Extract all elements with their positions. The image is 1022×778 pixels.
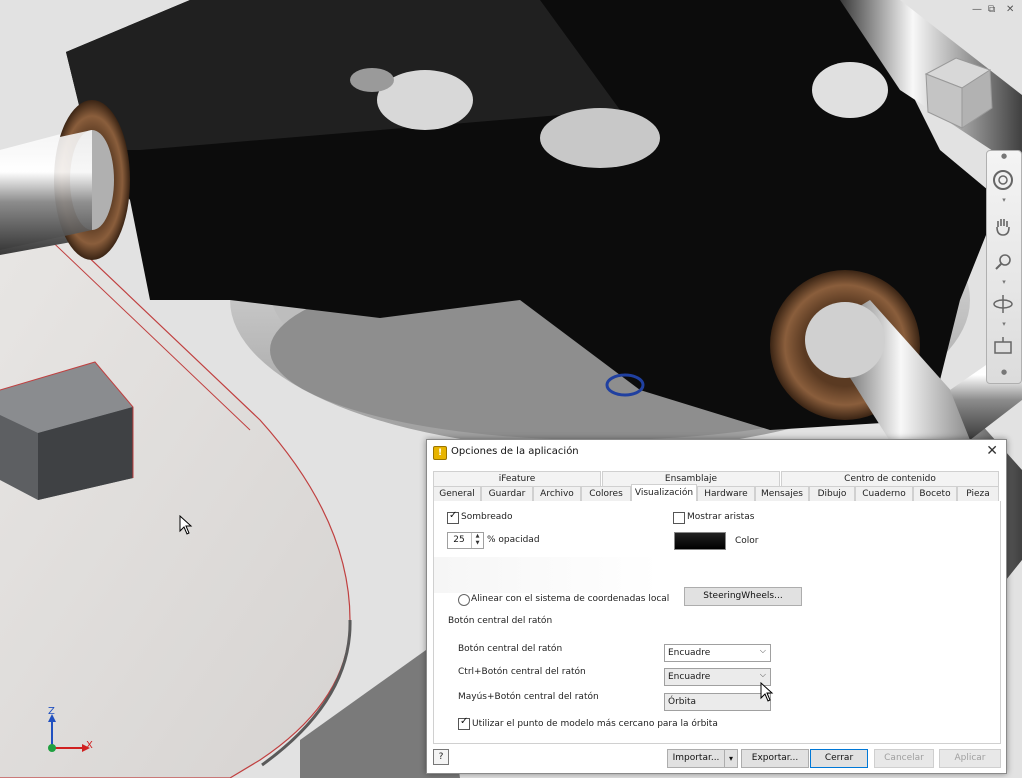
tab-row-top: iFeature Ensamblaje Centro de contenido bbox=[433, 471, 999, 486]
chevron-down-icon: ⌵ bbox=[759, 670, 766, 679]
tab-boceto[interactable]: Boceto bbox=[913, 486, 957, 502]
viewcube[interactable] bbox=[918, 50, 998, 130]
nearest-point-checkbox[interactable]: ✓ bbox=[458, 716, 470, 730]
align-local-label: Alinear con el sistema de coordenadas lo… bbox=[471, 594, 670, 604]
color-label: Color bbox=[735, 536, 759, 546]
opacity-spinner[interactable]: 25 ▲ ▼ bbox=[447, 532, 484, 549]
importar-button[interactable]: Importar... bbox=[667, 749, 725, 768]
shift-middle-button-select[interactable]: Órbita bbox=[664, 693, 771, 711]
tab-ifeature[interactable]: iFeature bbox=[433, 471, 601, 486]
mouse-cursor-icon bbox=[179, 515, 193, 535]
sombreado-checkbox[interactable]: ✓ bbox=[447, 510, 459, 524]
steeringwheel-menu-icon[interactable]: ▾ bbox=[999, 197, 1009, 204]
shift-middle-button-value: Órbita bbox=[668, 697, 697, 707]
sombreado-label: Sombreado bbox=[461, 512, 513, 522]
tab-dibujo[interactable]: Dibujo bbox=[809, 486, 855, 502]
dialog-cursor-icon bbox=[760, 682, 774, 702]
restore-icon[interactable]: ⧉ bbox=[988, 4, 995, 15]
check-icon: ✓ bbox=[449, 510, 458, 521]
tab-mensajes[interactable]: Mensajes bbox=[755, 486, 809, 502]
steeringwheels-button[interactable]: SteeringWheels... bbox=[684, 587, 802, 606]
dialog-title: Opciones de la aplicación bbox=[451, 446, 579, 457]
row-shift-middle-label: Mayús+Botón central del ratón bbox=[458, 692, 599, 702]
steeringwheel-icon[interactable] bbox=[992, 169, 1016, 193]
dialog-titlebar[interactable]: ! Opciones de la aplicación ✕ bbox=[427, 440, 1006, 464]
zoom-icon[interactable] bbox=[992, 251, 1016, 275]
tab-guardar[interactable]: Guardar bbox=[481, 486, 533, 502]
nearest-point-label: Utilizar el punto de modelo más cercano … bbox=[472, 719, 718, 729]
align-local-radio[interactable] bbox=[458, 594, 470, 606]
axis-triad: Z X bbox=[38, 706, 108, 760]
look-at-icon[interactable] bbox=[992, 335, 1016, 359]
opacity-value: 25 bbox=[453, 535, 465, 545]
pan-icon[interactable] bbox=[992, 215, 1016, 239]
cancelar-button[interactable]: Cancelar bbox=[874, 749, 934, 768]
minimize-icon[interactable]: — bbox=[972, 4, 982, 15]
tab-centro-de-contenido[interactable]: Centro de contenido bbox=[781, 471, 999, 486]
check-icon: ✓ bbox=[460, 716, 469, 727]
visualizacion-panel: ✓ Sombreado Mostrar aristas 25 ▲ ▼ % opac… bbox=[433, 501, 1001, 744]
ctrl-middle-button-value: Encuadre bbox=[668, 672, 711, 682]
help-icon[interactable]: ? bbox=[433, 749, 449, 765]
tab-archivo[interactable]: Archivo bbox=[533, 486, 581, 502]
middle-button-select[interactable]: Encuadre ⌵ bbox=[664, 644, 771, 662]
orbit-menu-icon[interactable]: ▾ bbox=[999, 321, 1009, 328]
viewcube-icon bbox=[924, 57, 993, 129]
row-ctrl-middle-label: Ctrl+Botón central del ratón bbox=[458, 667, 586, 677]
tab-pieza[interactable]: Pieza bbox=[957, 486, 999, 502]
exportar-button[interactable]: Exportar... bbox=[741, 749, 809, 768]
navigation-bar: ● ▾ ▾ ▾ ● bbox=[986, 150, 1022, 384]
edge-color-swatch[interactable] bbox=[674, 532, 726, 550]
importar-menu-arrow-icon[interactable]: ▾ bbox=[724, 749, 738, 768]
spinner-arrows-icon[interactable]: ▲ ▼ bbox=[471, 533, 483, 548]
chevron-down-icon: ⌵ bbox=[759, 646, 766, 655]
tab-hardware[interactable]: Hardware bbox=[697, 486, 755, 502]
aplicar-button[interactable]: Aplicar bbox=[939, 749, 1001, 768]
navbar-customize-icon[interactable]: ● bbox=[999, 369, 1009, 376]
opacity-label: % opacidad bbox=[487, 535, 540, 545]
inventor-app-icon: ! bbox=[433, 446, 447, 460]
orbit-icon[interactable] bbox=[992, 293, 1016, 317]
tab-colores[interactable]: Colores bbox=[581, 486, 631, 502]
tab-row-bottom: General Guardar Archivo Colores Visualiz… bbox=[433, 484, 999, 503]
zoom-menu-icon[interactable]: ▾ bbox=[999, 279, 1009, 286]
navbar-close-icon[interactable]: ● bbox=[999, 153, 1009, 160]
cerrar-button[interactable]: Cerrar bbox=[810, 749, 868, 768]
row-middle-label: Botón central del ratón bbox=[458, 644, 563, 654]
tab-general[interactable]: General bbox=[433, 486, 481, 502]
ctrl-middle-button-select[interactable]: Encuadre ⌵ bbox=[664, 668, 771, 686]
mouse-section-title: Botón central del ratón bbox=[448, 616, 553, 626]
middle-button-value: Encuadre bbox=[668, 648, 711, 658]
axis-x-label: X bbox=[86, 740, 93, 751]
axis-z-label: Z bbox=[48, 706, 55, 717]
application-options-dialog: ! Opciones de la aplicación ✕ iFeature E… bbox=[426, 439, 1007, 774]
mostrar-aristas-label: Mostrar aristas bbox=[687, 512, 755, 522]
mostrar-aristas-checkbox[interactable] bbox=[673, 512, 685, 524]
dialog-close-icon[interactable]: ✕ bbox=[986, 443, 998, 459]
tab-cuaderno[interactable]: Cuaderno bbox=[855, 486, 913, 502]
close-viewport-icon[interactable]: ✕ bbox=[1006, 4, 1014, 15]
